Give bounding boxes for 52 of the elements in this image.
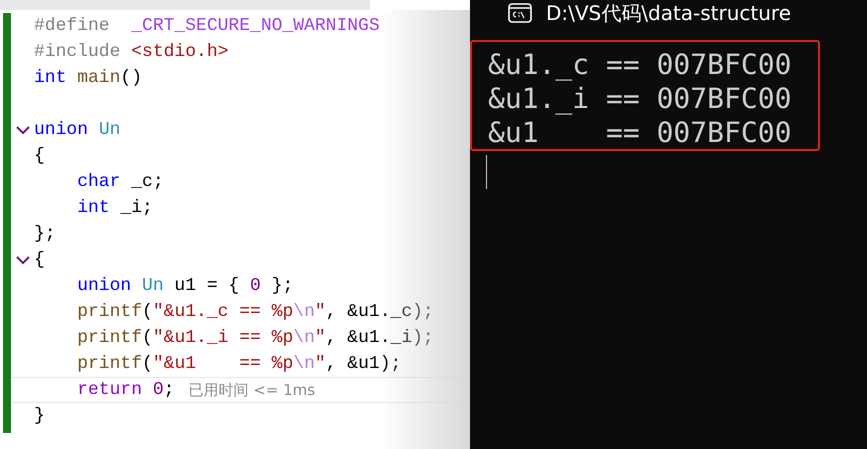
keyword: union	[34, 120, 88, 140]
code-text: };	[270, 276, 294, 296]
console-output-line: &u1 == 007BFC00	[488, 116, 792, 150]
preprocessor-directive: #define	[34, 16, 111, 36]
code-text: (	[142, 328, 153, 348]
code-text: (	[142, 354, 153, 374]
code-text: (	[142, 302, 153, 322]
code-text: , &u1);	[326, 354, 402, 374]
code-text: }	[34, 406, 45, 426]
escape-sequence: \n	[293, 328, 315, 348]
string-literal: "	[314, 354, 326, 374]
code-text: {	[34, 146, 45, 166]
escape-sequence: \n	[293, 302, 315, 322]
string-literal: "&u1._c == %p	[152, 302, 294, 322]
number-literal: 0	[152, 380, 164, 400]
string-literal: "	[314, 328, 326, 348]
code-text: _i;	[119, 198, 153, 218]
code-text: , &u1._c);	[326, 302, 434, 322]
keyword: int	[76, 198, 110, 218]
escape-sequence: \n	[293, 354, 315, 374]
code-text: ;	[164, 380, 174, 400]
code-text: {	[34, 250, 45, 270]
function-name: printf	[76, 328, 142, 348]
function-name: main	[76, 68, 120, 88]
code-text: ()	[120, 68, 142, 88]
console-output-line: &u1._i == 007BFC00	[488, 82, 792, 116]
preprocessor-directive: #include	[34, 42, 122, 62]
console-output-line: &u1._c == 007BFC00	[488, 48, 792, 82]
function-name: printf	[76, 302, 142, 322]
function-name: printf	[76, 354, 142, 374]
text-cursor	[486, 155, 487, 189]
window-title: D:\VS代码\data-structure	[546, 0, 792, 26]
string-literal: "	[314, 302, 326, 322]
string-literal: "&u1._i == %p	[152, 328, 294, 348]
number-literal: 0	[250, 276, 261, 296]
chevron-down-icon[interactable]	[16, 256, 30, 264]
macro-name: _CRT_SECURE_NO_WARNINGS	[131, 16, 380, 36]
keyword: return	[76, 380, 142, 400]
keyword: union	[76, 276, 132, 296]
inline-hint: 已用时间 <= 1ms	[188, 380, 316, 400]
code-text: };	[34, 224, 56, 244]
terminal-icon	[508, 3, 532, 23]
string-literal: "&u1 == %p	[152, 354, 294, 374]
string-literal: <stdio.h>	[131, 42, 228, 62]
code-text: _c;	[130, 172, 164, 192]
chevron-down-icon[interactable]	[16, 126, 30, 134]
code-text: , &u1._i);	[326, 328, 434, 348]
type-name: Un	[98, 120, 120, 140]
keyword: int	[34, 68, 66, 88]
code-text: u1 = {	[173, 276, 240, 296]
keyword: char	[76, 172, 120, 192]
type-name: Un	[141, 276, 164, 296]
